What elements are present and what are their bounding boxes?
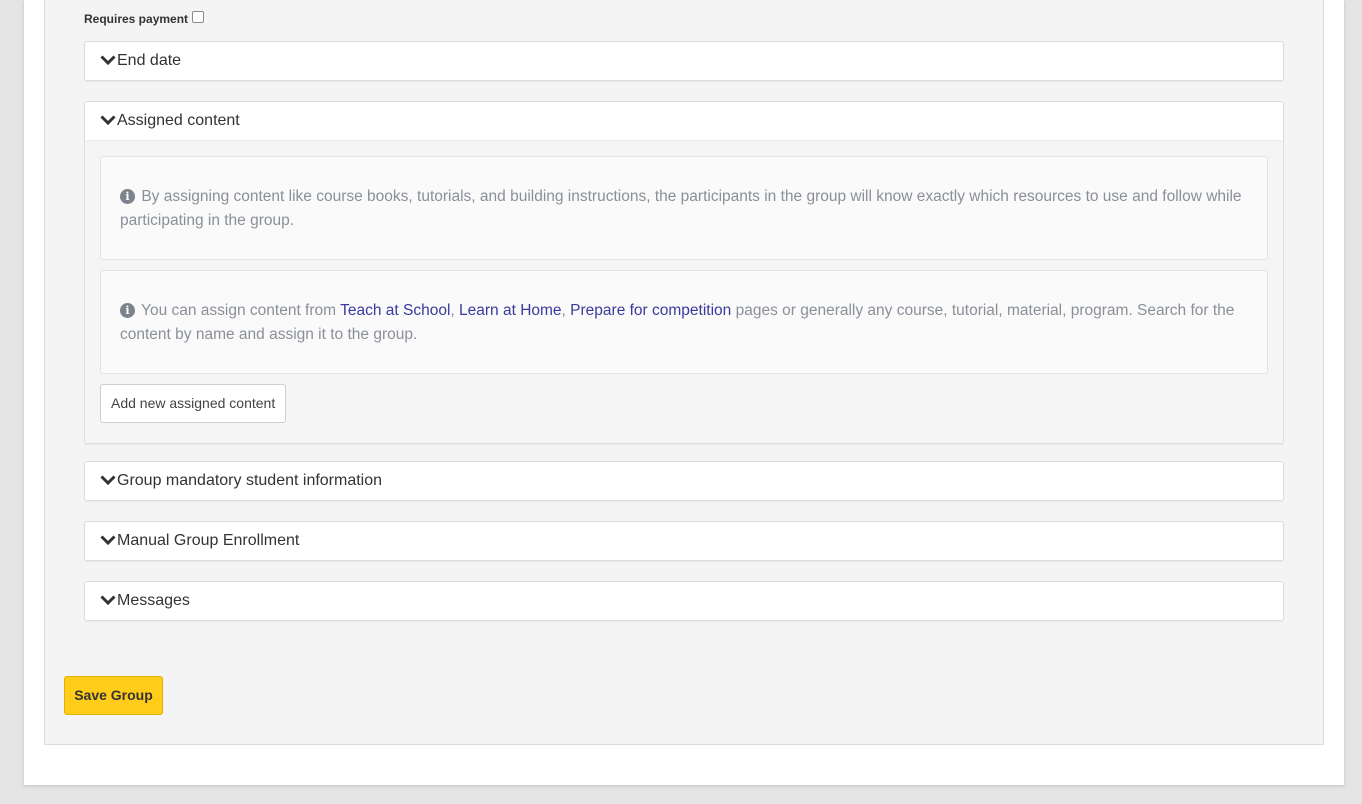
assigned-content-toggle[interactable]: Assigned content (85, 102, 1283, 140)
assigned-content-info-box: i By assigning content like course books… (100, 156, 1268, 260)
messages-title: Messages (117, 592, 190, 609)
save-group-button[interactable]: Save Group (64, 676, 163, 715)
requires-payment-label: Requires payment (84, 12, 189, 26)
section-mandatory-info: Group mandatory student information (84, 461, 1284, 501)
mandatory-info-title: Group mandatory student information (117, 472, 383, 489)
assigned-content-title: Assigned content (117, 112, 240, 129)
separator: , (561, 302, 571, 319)
chevron-down-icon (100, 115, 116, 126)
section-messages: Messages (84, 581, 1284, 621)
end-date-toggle[interactable]: End date (85, 42, 1283, 80)
mandatory-info-toggle[interactable]: Group mandatory student information (85, 462, 1283, 500)
info-circle-icon: i (120, 303, 135, 318)
info-circle-icon: i (120, 189, 135, 204)
chevron-down-icon (100, 475, 116, 486)
separator: , (450, 302, 460, 319)
assign-sources-info-box: i You can assign content from Teach at S… (100, 270, 1268, 374)
section-assigned-content: Assigned content i By assigning content … (84, 101, 1284, 444)
chevron-down-icon (100, 55, 116, 66)
section-manual-enrollment: Manual Group Enrollment (84, 521, 1284, 561)
assign-sources-prefix: You can assign content from (141, 302, 341, 319)
requires-payment-checkbox[interactable] (192, 11, 205, 23)
assigned-content-info-text: By assigning content like course books, … (120, 188, 1242, 229)
manual-enrollment-toggle[interactable]: Manual Group Enrollment (85, 522, 1283, 560)
chevron-down-icon (100, 535, 116, 546)
prepare-for-competition-link[interactable]: Prepare for competition (570, 302, 731, 319)
learn-at-home-link[interactable]: Learn at Home (459, 302, 562, 319)
add-assigned-content-button[interactable]: Add new assigned content (100, 384, 287, 423)
manual-enrollment-title: Manual Group Enrollment (117, 532, 300, 549)
section-end-date: End date (84, 41, 1284, 81)
assigned-content-body: i By assigning content like course books… (85, 140, 1283, 443)
chevron-down-icon (100, 595, 116, 606)
end-date-title: End date (117, 52, 182, 69)
requires-payment-row: Requires payment (84, 11, 205, 26)
messages-toggle[interactable]: Messages (85, 582, 1283, 620)
teach-at-school-link[interactable]: Teach at School (340, 302, 450, 319)
